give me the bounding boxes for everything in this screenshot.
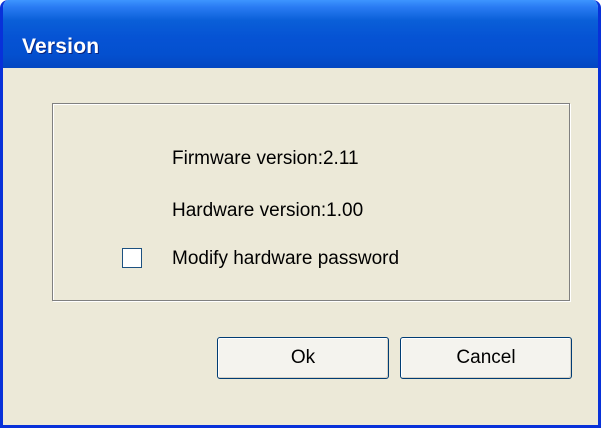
hardware-version-label: Hardware version:1.00 [172,200,364,221]
modify-password-label[interactable]: Modify hardware password [172,248,399,270]
firmware-version-label: Firmware version:2.11 [172,148,359,169]
window-title: Version [22,35,100,58]
modify-password-checkbox[interactable] [122,248,142,268]
title-bar[interactable]: Version [3,0,598,68]
ok-button[interactable]: Ok [217,337,389,379]
cancel-button[interactable]: Cancel [400,337,572,379]
version-dialog: Version Firmware version:2.11 Hardware v… [0,0,601,428]
